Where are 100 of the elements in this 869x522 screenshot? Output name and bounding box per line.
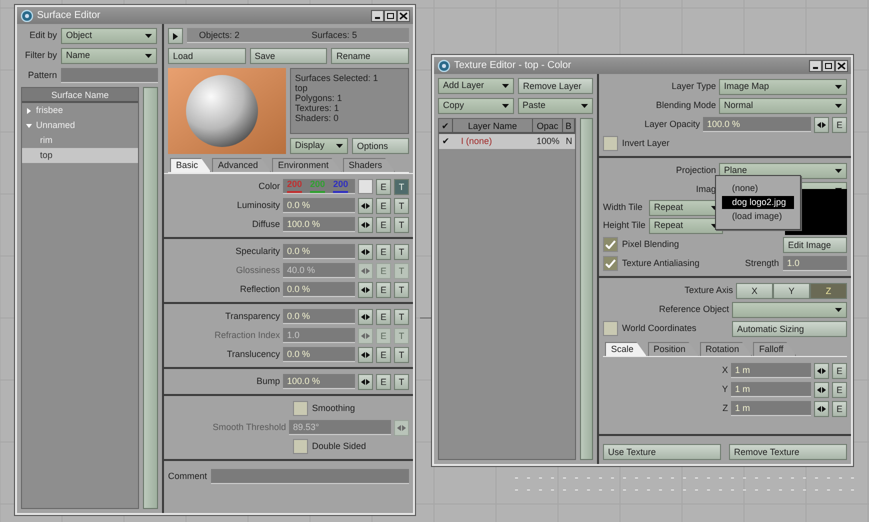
info-text: Surfaces Selected: 1 <box>295 73 380 83</box>
value-field[interactable]: 1.0 <box>783 256 847 271</box>
toggle-button[interactable]: E <box>832 116 847 132</box>
paste-dropdown[interactable]: Paste <box>518 98 593 114</box>
toggle-button[interactable]: E <box>832 400 847 416</box>
filter-by-dropdown[interactable]: Name <box>61 48 157 64</box>
arrows-icon <box>361 352 370 358</box>
toggle-button[interactable]: E <box>376 282 391 298</box>
toggle-button[interactable]: E <box>376 308 391 324</box>
scrollbar[interactable] <box>580 118 593 460</box>
value-field[interactable]: 1 m <box>731 382 811 397</box>
drag-button[interactable] <box>358 216 373 232</box>
axis-button[interactable]: X <box>736 282 773 298</box>
pattern-field[interactable] <box>61 68 158 83</box>
action-button[interactable]: Rename <box>331 48 410 64</box>
drag-button[interactable] <box>358 198 373 214</box>
toggle-button[interactable]: T <box>394 178 409 194</box>
toggle-button[interactable]: T <box>394 216 409 232</box>
drag-button[interactable] <box>814 400 829 416</box>
drag-button[interactable] <box>358 374 373 390</box>
toggle-button[interactable]: T <box>394 308 409 324</box>
edit-image-button[interactable]: Edit Image <box>783 236 847 252</box>
layer-row[interactable]: ✔ I (none) 100% N <box>439 134 575 149</box>
options-button[interactable]: Options <box>352 138 409 154</box>
toggle-button[interactable]: T <box>394 374 409 390</box>
axis-button[interactable]: Z <box>810 282 847 298</box>
toggle-button[interactable]: T <box>394 282 409 298</box>
menu-item[interactable]: (load image) <box>722 210 794 223</box>
expand-button[interactable] <box>168 28 183 44</box>
value-field[interactable]: 0.0 % <box>283 198 355 213</box>
maximize-button[interactable] <box>822 60 835 72</box>
checkbox[interactable] <box>293 439 308 454</box>
tree-item[interactable]: top <box>22 148 138 163</box>
comment-field[interactable] <box>211 469 409 484</box>
edit-by-dropdown[interactable]: Object <box>61 28 157 44</box>
minimize-button[interactable] <box>371 10 384 22</box>
action-button[interactable]: Load <box>168 48 246 64</box>
drag-button[interactable] <box>814 362 829 378</box>
drag-button[interactable] <box>358 282 373 298</box>
scrollbar[interactable] <box>143 87 158 509</box>
minimize-button[interactable] <box>809 60 822 72</box>
toggle-button[interactable]: T <box>394 244 409 260</box>
tab[interactable]: Shaders <box>342 158 396 172</box>
value-field[interactable]: 100.0 % <box>703 117 811 132</box>
checkbox[interactable] <box>603 136 618 151</box>
tab[interactable]: Basic <box>170 158 212 172</box>
value-field[interactable]: 0.0 % <box>283 309 355 324</box>
tab[interactable]: Environment <box>272 158 342 172</box>
display-dropdown[interactable]: Display <box>290 138 348 154</box>
toggle-button[interactable]: E <box>376 216 391 232</box>
drag-button[interactable] <box>358 308 373 324</box>
toggle-button[interactable]: E <box>376 198 391 214</box>
axis-button[interactable]: Y <box>773 282 810 298</box>
value-field[interactable]: 1 m <box>731 363 811 378</box>
layer-type-dropdown[interactable]: Image Map <box>719 78 847 94</box>
remove-texture-button[interactable]: Remove Texture <box>729 444 847 460</box>
checkbox[interactable] <box>603 237 618 252</box>
reference-object-dropdown[interactable] <box>732 302 847 318</box>
drag-button[interactable] <box>814 382 829 398</box>
checkbox[interactable] <box>603 321 618 336</box>
value-field[interactable]: 0.0 % <box>283 244 355 259</box>
column-header: Surface Name <box>22 88 138 103</box>
value-field[interactable]: 100.0 % <box>283 217 355 232</box>
tab[interactable]: Rotation <box>700 342 752 356</box>
value-field[interactable]: 1 m <box>731 401 811 416</box>
tab[interactable]: Scale <box>605 342 647 356</box>
value-field[interactable]: 0.0 % <box>283 347 355 362</box>
close-button[interactable] <box>397 10 410 22</box>
tab[interactable]: Position <box>648 342 699 356</box>
toggle-button[interactable]: E <box>376 244 391 260</box>
close-button[interactable] <box>835 60 848 72</box>
blending-mode-dropdown[interactable]: Normal <box>719 98 847 114</box>
menu-item[interactable]: (none) <box>722 182 794 195</box>
use-texture-button[interactable]: Use Texture <box>603 444 721 460</box>
toggle-button[interactable]: E <box>832 382 847 398</box>
add-layer-dropdown[interactable]: Add Layer <box>438 78 514 94</box>
checkbox[interactable] <box>293 401 308 416</box>
value-field[interactable]: 100.0 % <box>283 374 355 389</box>
automatic-sizing-button[interactable]: Automatic Sizing <box>732 320 847 336</box>
drag-button[interactable] <box>814 116 829 132</box>
toggle-button[interactable]: E <box>376 346 391 362</box>
drag-button[interactable] <box>358 346 373 362</box>
toggle-button[interactable]: E <box>376 178 391 194</box>
caret-icon <box>145 54 152 58</box>
height-tile-dropdown[interactable]: Repeat <box>649 218 723 234</box>
toggle-button[interactable]: T <box>394 346 409 362</box>
tab[interactable]: Falloff <box>753 342 796 356</box>
tab[interactable]: Advanced <box>212 158 272 172</box>
menu-item[interactable]: dog logo2.jpg <box>722 196 794 209</box>
maximize-button[interactable] <box>384 10 397 22</box>
toggle-button[interactable]: E <box>832 362 847 378</box>
value-field[interactable]: 0.0 % <box>283 282 355 297</box>
copy-dropdown[interactable]: Copy <box>438 98 514 114</box>
checkbox[interactable] <box>603 256 618 271</box>
color-swatch[interactable] <box>358 179 373 194</box>
toggle-button[interactable]: E <box>376 374 391 390</box>
remove-layer-button[interactable]: Remove Layer <box>518 78 593 94</box>
action-button[interactable]: Save <box>250 48 328 64</box>
toggle-button[interactable]: T <box>394 198 409 214</box>
drag-button[interactable] <box>358 244 373 260</box>
